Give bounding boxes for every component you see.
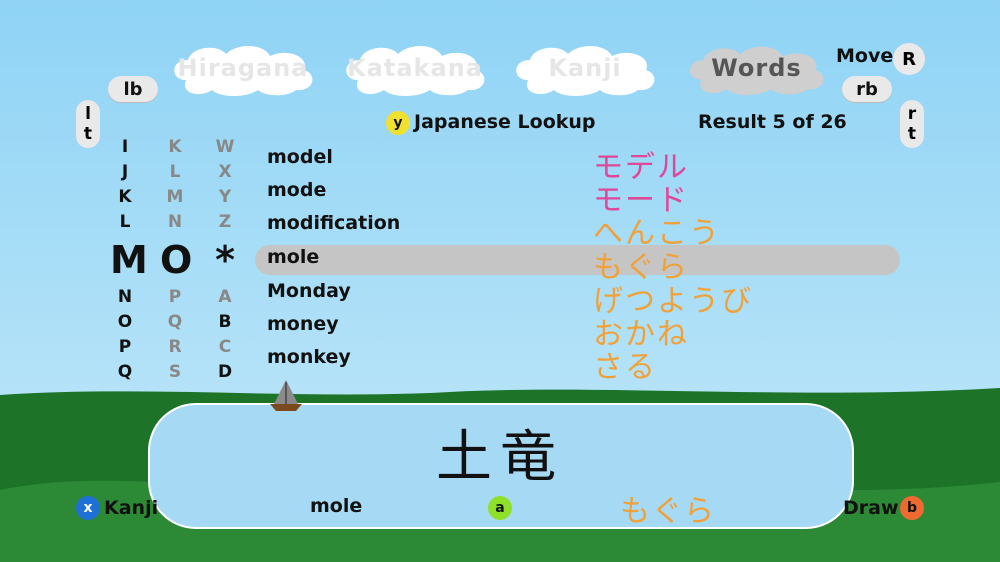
b-key-label: b [906, 500, 918, 516]
letter: L [169, 162, 181, 182]
letter: P [118, 337, 132, 357]
result-counter: Result 5 of 26 [698, 111, 847, 133]
selected-letter: M [110, 238, 148, 282]
selected-row-highlight [255, 245, 900, 275]
lb-button[interactable]: lb [108, 76, 158, 102]
drawn-kanji: 土竜 [436, 425, 564, 490]
move-r-button[interactable]: R [893, 43, 925, 75]
a-key-label: a [495, 500, 505, 516]
result-word[interactable]: monkey [267, 346, 351, 368]
result-word-selected[interactable]: mole [267, 246, 319, 268]
tab-words-label: Words [711, 54, 802, 82]
letter: Q [117, 362, 133, 382]
letter: K [168, 137, 182, 157]
result-word[interactable]: money [267, 313, 339, 335]
draw-label: Draw [843, 497, 899, 519]
letter-column-3[interactable]: W X Y Z * A B C D [210, 135, 240, 385]
letter: B [218, 312, 232, 332]
tab-katakana[interactable]: Katakana [340, 40, 490, 96]
letter-column-2[interactable]: K L M N O P Q R S [160, 135, 193, 385]
letter: C [218, 337, 232, 357]
letter: L [119, 212, 131, 232]
x-button-icon[interactable]: x [76, 496, 100, 520]
rb-button[interactable]: rb [842, 76, 892, 102]
y-key-label: y [393, 115, 403, 131]
letter: W [215, 137, 235, 157]
rt-button[interactable]: rt [900, 100, 924, 148]
letter: M [166, 187, 184, 207]
letter: O [117, 312, 133, 332]
letter: A [218, 287, 232, 307]
tab-kanji[interactable]: Kanji [510, 40, 660, 96]
result-word[interactable]: model [267, 146, 333, 168]
rb-label: rb [856, 78, 878, 100]
tab-kanji-label: Kanji [548, 54, 622, 82]
letter: N [117, 287, 133, 307]
result-word[interactable]: mode [267, 179, 326, 201]
letter: K [118, 187, 132, 207]
result-word[interactable]: modification [267, 212, 400, 234]
selected-letter: * [215, 238, 235, 282]
x-key-label: x [83, 500, 93, 516]
letter: J [121, 162, 129, 182]
lt-label: lt [78, 104, 98, 144]
footer-word: mole [310, 495, 363, 517]
tab-hiragana-label: Hiragana [177, 54, 309, 82]
letter: Y [218, 187, 232, 207]
result-kana: さる [593, 350, 657, 385]
result-word[interactable]: Monday [267, 280, 351, 302]
lt-button[interactable]: lt [76, 100, 100, 148]
kanji-action-label: Kanji [104, 497, 159, 519]
letter: D [217, 362, 233, 382]
letter: I [121, 137, 129, 157]
letter: X [218, 162, 232, 182]
letter: Q [167, 312, 183, 332]
sailboat-icon [270, 380, 302, 411]
move-r-label: R [902, 48, 916, 70]
letter-column-1[interactable]: I J K L M N O P Q [110, 135, 148, 385]
japanese-lookup-label: Japanese Lookup [414, 111, 596, 133]
selected-letter: O [160, 238, 193, 282]
b-button-icon[interactable]: b [900, 496, 924, 520]
lb-label: lb [123, 78, 143, 100]
letter: Z [218, 212, 232, 232]
y-button-icon[interactable]: y [386, 111, 410, 135]
footer-kana: もぐら [620, 494, 716, 529]
a-button-icon[interactable]: a [488, 496, 512, 520]
letter: R [168, 337, 182, 357]
letter: N [167, 212, 183, 232]
rt-label: rt [902, 104, 922, 144]
move-label: Move [836, 45, 894, 67]
letter: P [168, 287, 182, 307]
tab-katakana-label: Katakana [347, 54, 483, 82]
letter: S [168, 362, 182, 382]
tab-hiragana[interactable]: Hiragana [168, 40, 318, 96]
tab-words[interactable]: Words [684, 40, 829, 96]
